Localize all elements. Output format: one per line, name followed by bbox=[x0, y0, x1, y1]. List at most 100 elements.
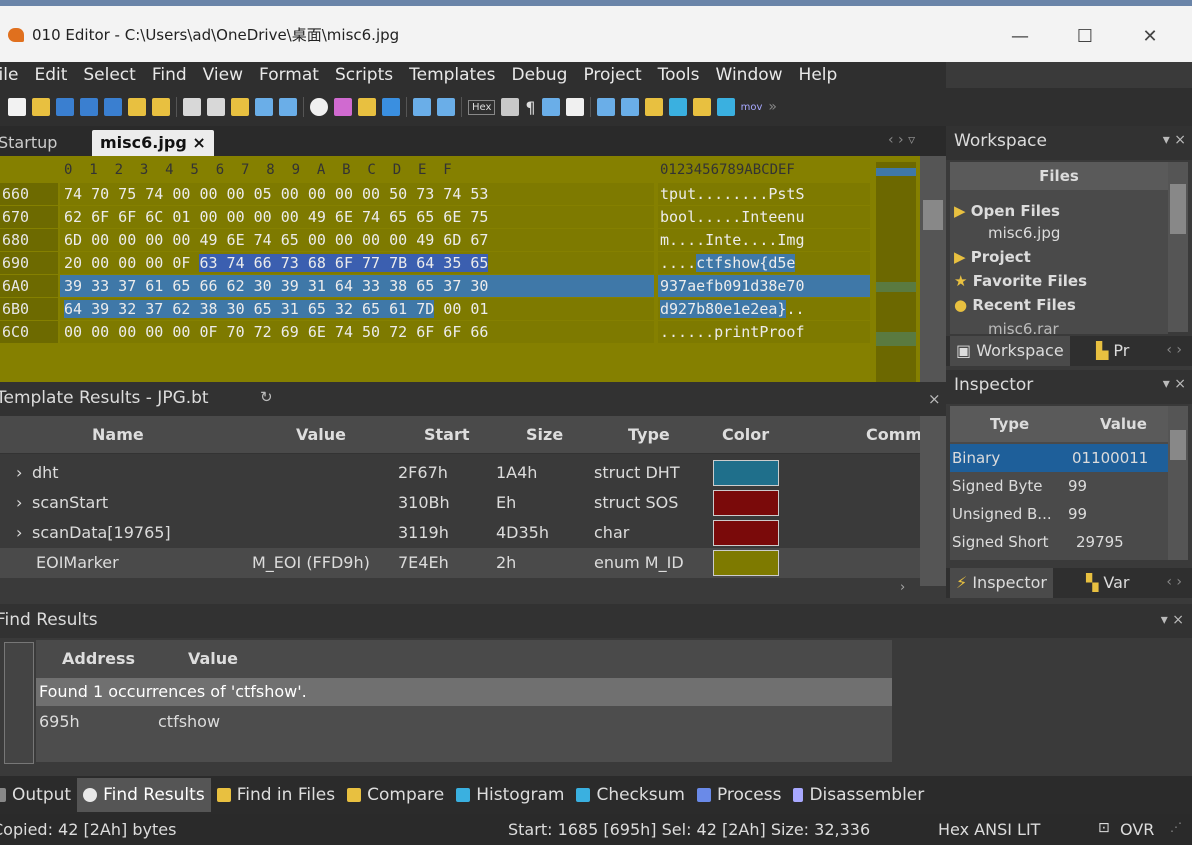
resize-grip-icon[interactable]: ⋰ bbox=[1170, 820, 1182, 834]
new-file-icon[interactable] bbox=[8, 98, 26, 116]
hex-bytes[interactable]: 62 6F 6F 6C 01 00 00 00 00 49 6E 74 65 6… bbox=[60, 206, 654, 228]
tab-scroll-icon[interactable]: ‹ › bbox=[1166, 574, 1182, 590]
chevron-right-icon[interactable]: » bbox=[768, 99, 777, 115]
tree-file-rar[interactable]: misc6.rar bbox=[988, 320, 1059, 334]
refresh-icon[interactable]: ↻ bbox=[260, 388, 273, 406]
workspace-icon[interactable] bbox=[152, 98, 170, 116]
histogram-icon[interactable] bbox=[668, 98, 687, 116]
arrows-icon[interactable] bbox=[644, 98, 663, 116]
tab-project[interactable]: ▙ Pr bbox=[1090, 336, 1154, 366]
menu-edit[interactable]: Edit bbox=[26, 65, 75, 85]
table-row[interactable]: › scanData[19765] 3119h 4D35h char bbox=[0, 518, 920, 548]
save-all-icon[interactable] bbox=[104, 98, 122, 116]
tools-icon[interactable] bbox=[716, 98, 735, 116]
menu-scripts[interactable]: Scripts bbox=[327, 65, 401, 85]
col-name[interactable]: Name bbox=[92, 425, 144, 444]
hex-bytes[interactable]: 00 00 00 00 00 0F 70 72 69 6E 74 50 72 6… bbox=[60, 321, 654, 343]
table-row[interactable]: EOIMarker M_EOI (FFD9h) 7E4Eh 2h enum M_… bbox=[0, 548, 920, 578]
tab-disassembler[interactable]: Disassembler bbox=[787, 778, 930, 812]
col-insp-value[interactable]: Value bbox=[1100, 406, 1147, 442]
tab-variables[interactable]: ▚ Var bbox=[1080, 568, 1150, 598]
table-row[interactable]: › dht 2F67h 1A4h struct DHT bbox=[0, 458, 920, 488]
col-size[interactable]: Size bbox=[526, 425, 563, 444]
workspace-scrollbar[interactable] bbox=[1168, 162, 1188, 332]
menu-find[interactable]: Find bbox=[144, 65, 195, 85]
save-as-icon[interactable] bbox=[80, 98, 98, 116]
menu-debug[interactable]: Debug bbox=[504, 65, 576, 85]
tab-close-icon[interactable]: × bbox=[192, 133, 205, 152]
tree-recent-files[interactable]: ● Recent Files bbox=[954, 296, 1076, 314]
table-row[interactable]: Signed Byte 99 bbox=[950, 472, 1168, 500]
find-summary[interactable]: Found 1 occurrences of 'ctfshow'. bbox=[36, 678, 892, 706]
calculator-icon[interactable] bbox=[596, 98, 615, 116]
goto-icon[interactable] bbox=[382, 98, 400, 116]
col-address[interactable]: Address bbox=[62, 649, 135, 668]
menu-templates[interactable]: Templates bbox=[401, 65, 503, 85]
find-icon[interactable] bbox=[310, 98, 328, 116]
hex-bytes[interactable]: 20 00 00 00 0F 63 74 66 73 68 6F 77 7B 6… bbox=[60, 252, 654, 274]
hex-bytes[interactable]: 6D 00 00 00 00 49 6E 74 65 00 00 00 00 4… bbox=[60, 229, 654, 251]
col-find-value[interactable]: Value bbox=[188, 649, 238, 668]
disassembler-button[interactable]: mov bbox=[741, 102, 763, 113]
tab-misc6-jpg[interactable]: misc6.jpg × bbox=[92, 130, 214, 156]
tree-favorite-files[interactable]: ★ Favorite Files bbox=[954, 272, 1087, 290]
tab-inspector[interactable]: ⚡ Inspector bbox=[950, 568, 1053, 598]
folder-icon[interactable] bbox=[128, 98, 146, 116]
col-type[interactable]: Type bbox=[628, 425, 670, 444]
maximize-button[interactable]: ☐ bbox=[1050, 16, 1120, 58]
hex-scroll-thumb[interactable] bbox=[923, 200, 943, 230]
tree-open-files[interactable]: ▶ Open Files bbox=[954, 202, 1060, 220]
tab-process[interactable]: Process bbox=[691, 778, 788, 812]
percent-icon[interactable] bbox=[692, 98, 711, 116]
hex-bytes[interactable]: 64 39 32 37 62 38 30 65 31 65 32 65 61 7… bbox=[60, 298, 654, 320]
redo-icon[interactable] bbox=[279, 98, 297, 116]
find-side-panel[interactable] bbox=[4, 642, 34, 764]
compare-icon[interactable] bbox=[413, 98, 431, 116]
col-value[interactable]: Value bbox=[296, 425, 346, 444]
hex-ascii[interactable]: bool.....Inteenu bbox=[658, 206, 870, 228]
tab-scroll-icon[interactable]: ‹ › bbox=[1166, 342, 1182, 358]
workspace-scroll-thumb[interactable] bbox=[1170, 184, 1186, 234]
menu-project[interactable]: Project bbox=[575, 65, 649, 85]
open-folder-icon[interactable] bbox=[32, 98, 50, 116]
tab-scroll-icon[interactable]: ‹ › ▿ bbox=[888, 132, 915, 148]
tab-histogram[interactable]: Histogram bbox=[450, 778, 570, 812]
tree-file-misc6[interactable]: misc6.jpg bbox=[988, 224, 1060, 242]
status-ovr[interactable]: OVR bbox=[1120, 820, 1154, 839]
tab-find-in-files[interactable]: Find in Files bbox=[211, 778, 341, 812]
tab-output[interactable]: Output bbox=[0, 778, 77, 812]
expand-icon[interactable]: › bbox=[16, 518, 22, 548]
list-item[interactable]: 695h ctfshow bbox=[36, 708, 892, 736]
find-panel-menu-icon[interactable]: ▾ × bbox=[1161, 612, 1184, 628]
hex-scrollbar[interactable] bbox=[920, 156, 946, 382]
template-scrollbar[interactable] bbox=[920, 416, 946, 586]
paste-icon[interactable] bbox=[231, 98, 249, 116]
inspector-panel-icon[interactable]: ▾ × bbox=[1163, 376, 1186, 392]
status-mode[interactable]: Hex ANSI LIT bbox=[938, 820, 1040, 839]
expand-icon[interactable]: › bbox=[16, 488, 22, 518]
templates-icon[interactable] bbox=[620, 98, 639, 116]
scroll-right-icon[interactable]: › bbox=[900, 580, 905, 595]
table-row[interactable]: › scanStart 310Bh Eh struct SOS bbox=[0, 488, 920, 518]
template-close-icon[interactable]: × bbox=[928, 390, 941, 408]
close-button[interactable]: ✕ bbox=[1115, 16, 1185, 58]
col-start[interactable]: Start bbox=[424, 425, 470, 444]
cut-icon[interactable] bbox=[183, 98, 201, 116]
tab-compare[interactable]: Compare bbox=[341, 778, 450, 812]
expand-icon[interactable]: › bbox=[16, 458, 22, 488]
hex-ascii[interactable]: m....Inte....Img bbox=[658, 229, 870, 251]
hex-ascii[interactable]: d927b80e1e2ea}.. bbox=[658, 298, 870, 320]
tab-startup[interactable]: Startup bbox=[0, 130, 65, 156]
minimize-button[interactable]: — bbox=[985, 16, 1055, 58]
hex-bytes[interactable]: 74 70 75 74 00 00 00 05 00 00 00 00 50 7… bbox=[60, 183, 654, 205]
hex-bytes-selected[interactable]: 39 33 37 61 65 66 62 30 39 31 64 33 38 6… bbox=[60, 275, 654, 297]
replace-icon[interactable] bbox=[334, 98, 352, 116]
menu-select[interactable]: Select bbox=[75, 65, 143, 85]
copy-icon[interactable] bbox=[207, 98, 225, 116]
menu-view[interactable]: View bbox=[195, 65, 251, 85]
menu-tools[interactable]: Tools bbox=[650, 65, 708, 85]
hex-minimap[interactable] bbox=[876, 162, 916, 382]
save-icon[interactable] bbox=[56, 98, 74, 116]
table-row[interactable]: Binary 01100011 bbox=[950, 444, 1168, 472]
tree-project[interactable]: ▶ Project bbox=[954, 248, 1031, 266]
